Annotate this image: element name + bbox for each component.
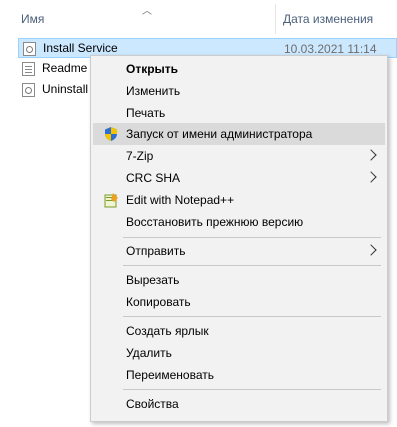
file-name: Uninstall (42, 82, 89, 96)
menu-item-label: Свойства (126, 397, 179, 411)
menu-item-label: Копировать (126, 295, 191, 309)
menu-item-send-to[interactable]: Отправить (93, 240, 385, 262)
chevron-right-icon (365, 244, 377, 256)
menu-item-run-as-admin[interactable]: Запуск от имени администратора (93, 123, 385, 145)
notepad-plus-plus-icon (103, 192, 119, 208)
menu-separator (123, 265, 381, 266)
menu-item-restore-previous[interactable]: Восстановить прежнюю версию (93, 211, 385, 233)
file-name: Install Service (43, 41, 118, 55)
menu-item-copy[interactable]: Копировать (93, 291, 385, 313)
menu-separator (123, 389, 381, 390)
script-icon (23, 42, 36, 56)
menu-item-crc-sha[interactable]: CRC SHA (93, 167, 385, 189)
uac-shield-icon (103, 126, 119, 142)
menu-separator (123, 316, 381, 317)
column-divider (275, 4, 276, 34)
script-icon (22, 83, 35, 97)
menu-item-label: Отправить (126, 244, 186, 258)
text-document-icon (22, 62, 35, 76)
menu-item-label: Переименовать (126, 368, 214, 382)
menu-item-label: Создать ярлык (126, 324, 209, 338)
menu-item-label: Edit with Notepad++ (126, 193, 235, 207)
chevron-right-icon (365, 149, 377, 161)
menu-item-open[interactable]: Открыть (93, 58, 385, 80)
menu-item-label: Удалить (126, 346, 172, 360)
menu-item-label: Вырезать (126, 273, 180, 287)
menu-item-notepadpp[interactable]: Edit with Notepad++ (93, 189, 385, 211)
menu-item-label: Печать (126, 106, 166, 120)
menu-item-delete[interactable]: Удалить (93, 342, 385, 364)
column-header: ︿ Имя Дата изменения (0, 0, 397, 36)
menu-item-label: Запуск от имени администратора (126, 127, 313, 141)
menu-item-label: 7-Zip (126, 149, 154, 163)
menu-item-label: Открыть (126, 62, 179, 76)
menu-item-print[interactable]: Печать (93, 102, 385, 124)
column-date-header[interactable]: Дата изменения (283, 12, 373, 26)
sort-ascending-icon: ︿ (142, 6, 152, 17)
context-menu: Открыть Изменить Печать Запуск от имени … (90, 55, 388, 422)
menu-item-create-shortcut[interactable]: Создать ярлык (93, 320, 385, 342)
menu-item-label: Восстановить прежнюю версию (126, 215, 304, 229)
menu-item-label: Изменить (126, 84, 181, 98)
file-date: 10.03.2021 11:14 (284, 42, 377, 56)
file-name: Readme (42, 61, 88, 75)
menu-item-label: CRC SHA (126, 171, 181, 185)
menu-item-rename[interactable]: Переименовать (93, 364, 385, 386)
menu-item-cut[interactable]: Вырезать (93, 269, 385, 291)
menu-item-properties[interactable]: Свойства (93, 393, 385, 415)
menu-separator (123, 237, 381, 238)
menu-item-edit[interactable]: Изменить (93, 80, 385, 102)
menu-item-7zip[interactable]: 7-Zip (93, 145, 385, 167)
chevron-right-icon (365, 171, 377, 183)
column-name-header[interactable]: Имя (21, 12, 44, 26)
